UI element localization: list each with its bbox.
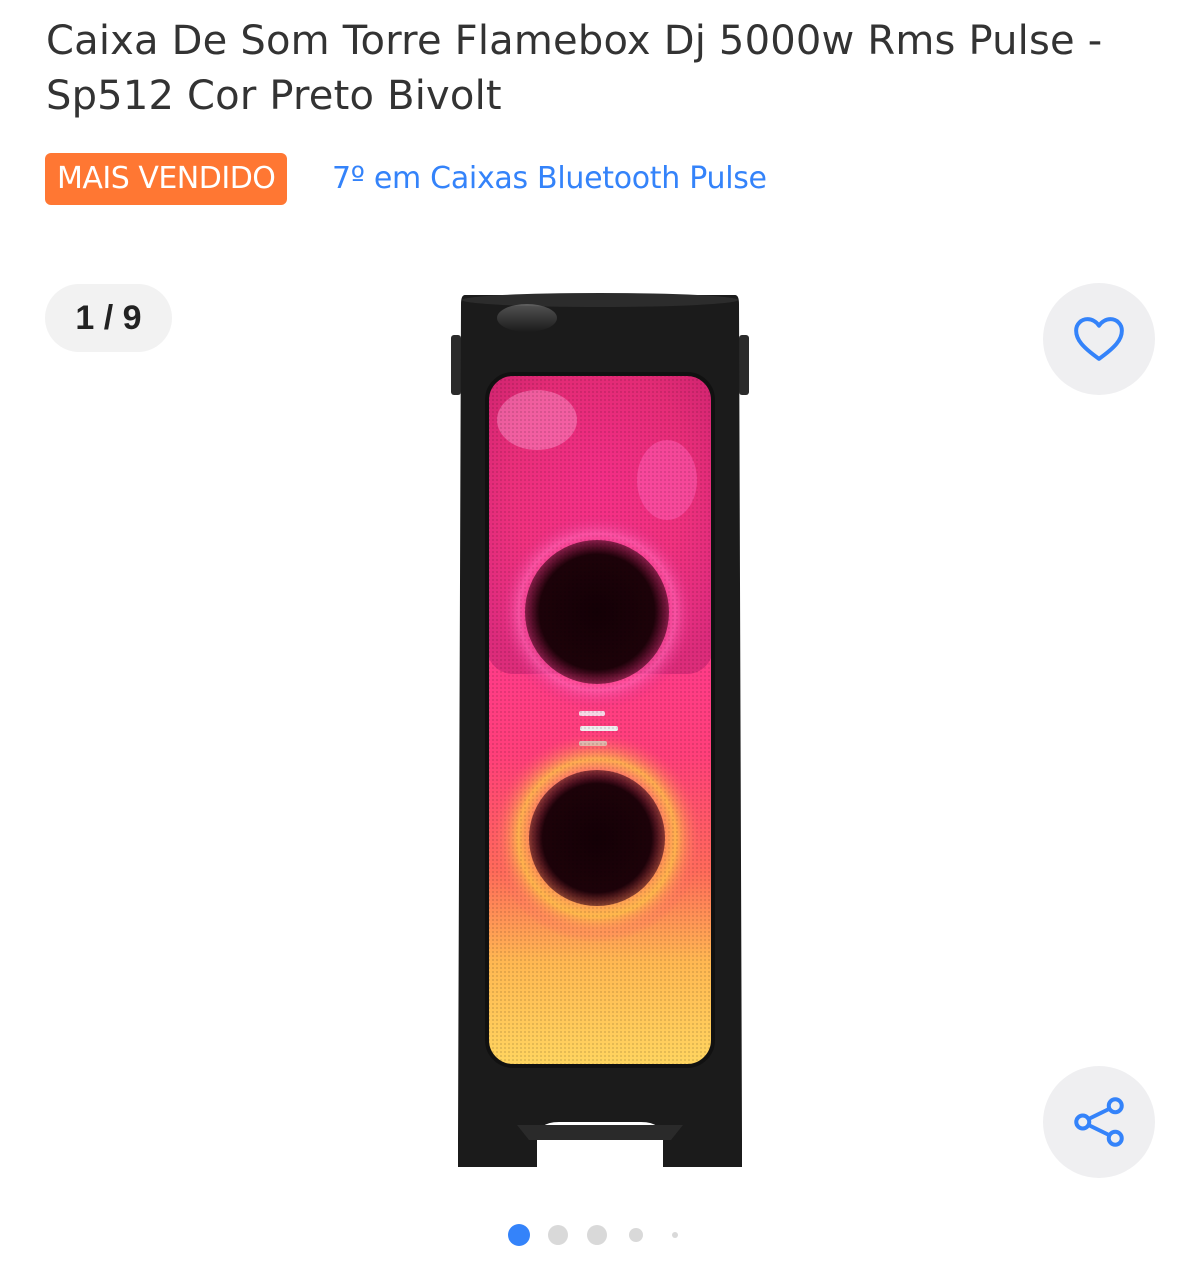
product-image[interactable] [447,290,753,1170]
product-page: Caixa De Som Torre Flamebox Dj 5000w Rms… [0,0,1199,1280]
image-counter: 1 / 9 [45,284,172,352]
pagination-dot[interactable] [672,1232,678,1238]
favorite-button[interactable] [1043,283,1155,395]
product-title: Caixa De Som Torre Flamebox Dj 5000w Rms… [46,18,1103,119]
pagination-dot[interactable] [587,1225,607,1245]
best-seller-badge: MAIS VENDIDO [45,153,288,205]
gallery-pagination [0,1222,1199,1248]
pagination-dot[interactable] [629,1228,643,1242]
share-icon [1074,1097,1124,1147]
pagination-dot-active[interactable] [508,1224,530,1246]
share-button[interactable] [1043,1066,1155,1178]
pagination-dot[interactable] [548,1225,568,1245]
heart-icon [1074,317,1124,361]
category-ranking-link[interactable]: 7º em Caixas Bluetooth Pulse [332,158,767,200]
